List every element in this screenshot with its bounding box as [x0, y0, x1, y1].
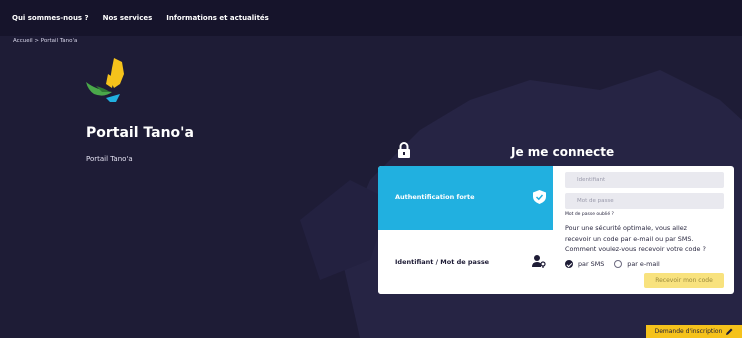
- info-line: Pour une sécurité optimale, vous allez: [565, 224, 688, 232]
- code-delivery-options: par SMS par e-mail: [565, 260, 670, 268]
- tanoa-logo: [86, 58, 124, 102]
- tab-strong-authentication[interactable]: Authentification forte: [378, 166, 553, 230]
- user-key-icon: [532, 255, 546, 268]
- nav-item-about[interactable]: Qui sommes-nous ?: [12, 14, 89, 22]
- password-input[interactable]: [565, 193, 724, 209]
- breadcrumb: Accueil > Portail Tano'a: [13, 38, 77, 44]
- login-title: Je me connecte: [511, 145, 615, 159]
- radio-sms[interactable]: par SMS: [565, 260, 604, 268]
- lock-icon: [398, 142, 410, 158]
- shield-check-icon: [533, 190, 546, 204]
- forgot-password-link[interactable]: Mot de passe oublié ?: [565, 212, 614, 217]
- nav-item-news[interactable]: Informations et actualités: [166, 14, 269, 22]
- radio-sms-indicator[interactable]: [565, 260, 573, 268]
- breadcrumb-separator: >: [34, 38, 39, 44]
- code-delivery-info: Pour une sécurité optimale, vous allez r…: [565, 223, 730, 255]
- tab-password-login-label: Identifiant / Mot de passe: [395, 258, 490, 266]
- radio-email-indicator[interactable]: [614, 260, 623, 268]
- tab-strong-authentication-label: Authentification forte: [395, 193, 475, 201]
- receive-code-button[interactable]: Recevoir mon code: [644, 273, 724, 288]
- radio-sms-label: par SMS: [578, 260, 605, 268]
- radio-email-label: par e-mail: [627, 260, 660, 268]
- nav-item-services[interactable]: Nos services: [103, 14, 153, 22]
- breadcrumb-home[interactable]: Accueil: [13, 38, 33, 44]
- registration-request-button[interactable]: Demande d'inscription: [646, 325, 742, 338]
- page-subtitle: Portail Tano'a: [86, 155, 133, 163]
- info-line: Comment voulez-vous recevoir votre code …: [565, 245, 706, 253]
- login-card: Authentification forte Identifiant / Mot…: [378, 166, 734, 294]
- top-navigation: Qui sommes-nous ? Nos services Informati…: [0, 0, 742, 36]
- breadcrumb-current: Portail Tano'a: [40, 38, 78, 44]
- page-title: Portail Tano'a: [86, 125, 194, 141]
- pencil-icon: [726, 328, 733, 335]
- registration-request-label: Demande d'inscription: [654, 328, 723, 335]
- identifier-input[interactable]: [565, 172, 724, 188]
- info-line: recevoir un code par e-mail ou par SMS.: [565, 234, 694, 243]
- radio-email[interactable]: par e-mail: [614, 260, 660, 268]
- tab-password-login[interactable]: Identifiant / Mot de passe: [378, 230, 553, 294]
